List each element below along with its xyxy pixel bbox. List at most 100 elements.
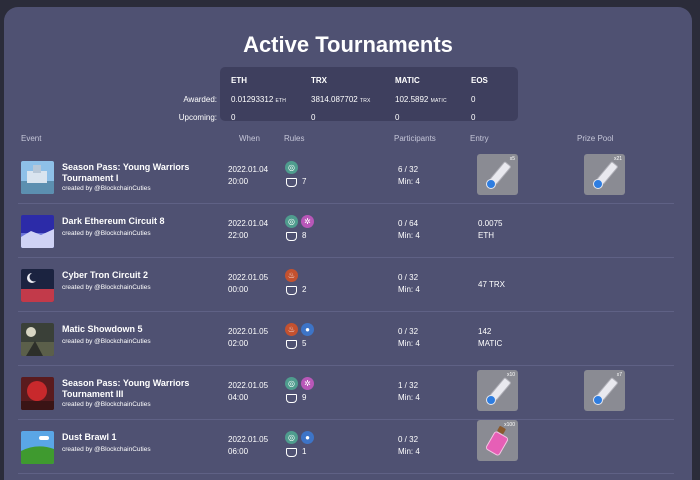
upcoming-matic: 0 xyxy=(395,113,400,122)
event-thumbnail[interactable] xyxy=(21,161,54,194)
event-hour: 04:00 xyxy=(228,393,249,402)
event-date: 2022.01.04 xyxy=(228,165,269,174)
event-rules: ◎ ● 1 xyxy=(285,431,335,465)
event-thumbnail[interactable] xyxy=(21,323,54,356)
entry-item-potion[interactable]: x10 xyxy=(477,370,518,411)
upcoming-eos: 0 xyxy=(471,113,476,122)
table-row[interactable]: Dark Ethereum Circuit 8 created by @Bloc… xyxy=(18,204,674,258)
awarded-matic-unit: MATIC xyxy=(430,98,447,104)
event-hour: 06:00 xyxy=(228,447,249,456)
event-name[interactable]: Dust Brawl 1 xyxy=(62,432,212,443)
awarded-trx: 3814.087702 TRX xyxy=(311,95,371,104)
event-rules: ◎ ✲ 9 xyxy=(285,377,335,411)
event-rules: ◎ ✲ 8 xyxy=(285,215,335,249)
table-row[interactable]: Season Pass: Young Warriors Tournament I … xyxy=(18,150,674,204)
header-prize-pool: Prize Pool xyxy=(577,134,614,143)
entry-item-potion[interactable]: x5 xyxy=(477,154,518,195)
participants: 0 / 32 Min: 4 xyxy=(398,326,420,350)
event-creator: created by @BlockchainCuties xyxy=(62,284,151,291)
event-date: 2022.01.05 xyxy=(228,435,269,444)
pot-icon xyxy=(286,394,297,403)
pot-count: 9 xyxy=(302,393,307,402)
event-name[interactable]: Cyber Tron Circuit 2 xyxy=(62,270,212,281)
pot-icon xyxy=(286,178,297,187)
participant-count: 0 / 32 xyxy=(398,327,419,336)
participants: 0 / 32 Min: 4 xyxy=(398,272,420,296)
event-thumbnail[interactable] xyxy=(21,215,54,248)
prize-item-potion[interactable]: x7 xyxy=(584,370,625,411)
event-date: 2022.01.05 xyxy=(228,381,269,390)
item-quantity: x5 xyxy=(509,156,515,162)
col-header-eth: ETH xyxy=(231,76,247,85)
event-name[interactable]: Matic Showdown 5 xyxy=(62,324,212,335)
table-row[interactable]: Season Pass: Young Warriors Tournament II… xyxy=(18,366,674,420)
event-date: 2022.01.05 xyxy=(228,273,269,282)
table-row[interactable]: Cyber Tron Circuit 2 created by @Blockch… xyxy=(18,258,674,312)
event-time: 2022.01.05 00:00 xyxy=(228,272,268,296)
awarded-eth-unit: ETH xyxy=(275,98,287,104)
participants: 0 / 64 Min: 4 xyxy=(398,218,420,242)
event-hour: 02:00 xyxy=(228,339,249,348)
event-name-line1: Season Pass: Young Warriors xyxy=(62,162,190,172)
header-rules: Rules xyxy=(284,134,305,143)
entry-fee: 47 TRX xyxy=(478,280,505,289)
event-rules: ♨ ● 5 xyxy=(285,323,335,357)
entry-item-potion[interactable]: x100 xyxy=(477,420,518,461)
event-time: 2022.01.05 06:00 xyxy=(228,434,268,458)
event-name[interactable]: Dark Ethereum Circuit 8 xyxy=(62,216,212,227)
header-entry: Entry xyxy=(470,134,489,143)
participants: 1 / 32 Min: 4 xyxy=(398,380,420,404)
event-rules: ♨ 2 xyxy=(285,269,335,303)
awarded-label: Awarded: xyxy=(183,95,217,104)
item-quantity: x10 xyxy=(506,372,515,378)
participant-min: Min: 4 xyxy=(398,177,420,186)
event-name-line1: Season Pass: Young Warriors xyxy=(62,378,190,388)
event-thumbnail[interactable] xyxy=(21,377,54,410)
nature-element-icon: ✲ xyxy=(301,215,314,228)
participant-min: Min: 4 xyxy=(398,285,420,294)
potion-liquid xyxy=(593,179,603,189)
event-hour: 20:00 xyxy=(228,177,249,186)
water-element-icon: ● xyxy=(301,431,314,444)
event-hour: 22:00 xyxy=(228,231,249,240)
pot-count: 5 xyxy=(302,339,307,348)
entry-fee-amount: 0.0075 xyxy=(478,219,503,228)
col-header-eos: EOS xyxy=(471,76,488,85)
event-time: 2022.01.04 20:00 xyxy=(228,164,268,188)
participant-min: Min: 4 xyxy=(398,447,420,456)
event-time: 2022.01.05 02:00 xyxy=(228,326,268,350)
pot-count: 8 xyxy=(302,231,307,240)
header-event: Event xyxy=(21,134,42,143)
potion-icon xyxy=(484,430,510,457)
participant-min: Min: 4 xyxy=(398,393,420,402)
totals-summary: ETH TRX MATIC EOS Awarded: Upcoming: 0.0… xyxy=(4,67,692,125)
event-time: 2022.01.04 22:00 xyxy=(228,218,268,242)
event-thumbnail[interactable] xyxy=(21,431,54,464)
event-thumbnail[interactable] xyxy=(21,269,54,302)
awarded-matic-value: 102.5892 xyxy=(395,95,429,104)
participant-count: 6 / 32 xyxy=(398,165,419,174)
air-element-icon: ◎ xyxy=(285,377,298,390)
event-name[interactable]: Season Pass: Young Warriors Tournament I xyxy=(62,162,212,184)
table-row[interactable]: Matic Showdown 5 created by @BlockchainC… xyxy=(18,312,674,366)
event-date: 2022.01.05 xyxy=(228,327,269,336)
item-quantity: x21 xyxy=(613,156,622,162)
upcoming-trx: 0 xyxy=(311,113,316,122)
entry-fee: 0.0075 ETH xyxy=(478,218,502,242)
event-hour: 00:00 xyxy=(228,285,249,294)
participant-count: 0 / 64 xyxy=(398,219,419,228)
pot-count: 1 xyxy=(302,447,307,456)
page-title: Active Tournaments xyxy=(243,32,453,57)
air-element-icon: ◎ xyxy=(285,431,298,444)
tournaments-panel: Active Tournaments ETH TRX MATIC EOS Awa… xyxy=(4,7,692,480)
potion-liquid xyxy=(486,395,496,405)
table-row[interactable]: Dust Brawl 1 created by @BlockchainCutie… xyxy=(18,420,674,474)
nature-element-icon: ✲ xyxy=(301,377,314,390)
air-element-icon: ◎ xyxy=(285,215,298,228)
air-element-icon: ◎ xyxy=(285,161,298,174)
prize-item-potion[interactable]: x21 xyxy=(584,154,625,195)
event-name[interactable]: Season Pass: Young Warriors Tournament II… xyxy=(62,378,212,400)
pot-count: 2 xyxy=(302,285,307,294)
entry-fee-currency: MATIC xyxy=(478,339,503,348)
entry-fee-currency: ETH xyxy=(478,231,494,240)
